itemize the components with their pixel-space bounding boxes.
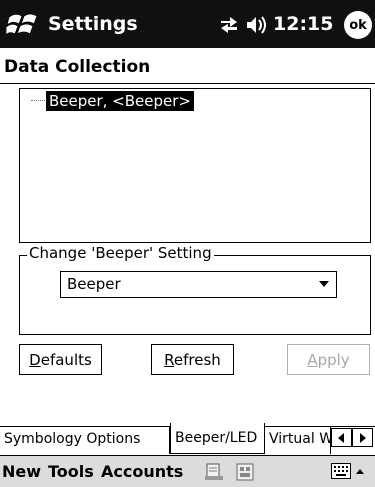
- beeper-select[interactable]: Beeper: [60, 271, 337, 298]
- refresh-button-label: Refresh: [164, 350, 221, 369]
- chevron-down-icon[interactable]: [319, 281, 329, 287]
- page-title: Data Collection: [4, 57, 151, 77]
- menu-accounts[interactable]: Accounts: [101, 462, 183, 481]
- title-bar: Settings 12:15 ok: [0, 0, 375, 48]
- defaults-button-label: Defaults: [29, 350, 92, 369]
- menu-bar: New Tools Accounts: [0, 455, 375, 487]
- windows-flag-icon[interactable]: [5, 9, 42, 41]
- app-title: Settings: [48, 13, 138, 35]
- defaults-button[interactable]: Defaults: [19, 344, 102, 375]
- keyboard-icon[interactable]: [331, 463, 351, 479]
- toolbar-icon[interactable]: [235, 462, 255, 482]
- toolbar-icon[interactable]: [204, 462, 224, 482]
- apply-button-label: Apply: [307, 350, 350, 369]
- header-divider: [0, 83, 375, 84]
- arrow-left-icon: [338, 433, 344, 443]
- tab-scroll-right-button[interactable]: [352, 428, 373, 447]
- speaker-icon[interactable]: [246, 14, 270, 36]
- tree-connector: [31, 100, 45, 101]
- ok-button[interactable]: ok: [344, 11, 372, 39]
- setting-group-label: Change 'Beeper' Setting: [27, 244, 214, 262]
- tree-item-beeper[interactable]: Beeper, <Beeper>: [46, 91, 195, 111]
- connectivity-icon[interactable]: [218, 13, 240, 35]
- apply-button: Apply: [287, 344, 370, 375]
- beeper-select-value: Beeper: [67, 275, 121, 293]
- settings-tree[interactable]: Beeper, <Beeper>: [19, 88, 371, 243]
- arrow-right-icon: [360, 433, 366, 443]
- input-panel-arrow-icon[interactable]: [356, 469, 364, 474]
- tab-virtual-wedge[interactable]: Virtual W: [265, 426, 331, 454]
- menu-tools[interactable]: Tools: [48, 462, 94, 481]
- refresh-button[interactable]: Refresh: [151, 344, 234, 375]
- tab-beeper-led[interactable]: Beeper/LED: [170, 423, 265, 454]
- menu-new[interactable]: New: [2, 462, 41, 481]
- tab-scroll-left-button[interactable]: [331, 428, 352, 447]
- tab-symbology-options[interactable]: Symbology Options: [0, 426, 170, 454]
- clock[interactable]: 12:15: [273, 13, 333, 35]
